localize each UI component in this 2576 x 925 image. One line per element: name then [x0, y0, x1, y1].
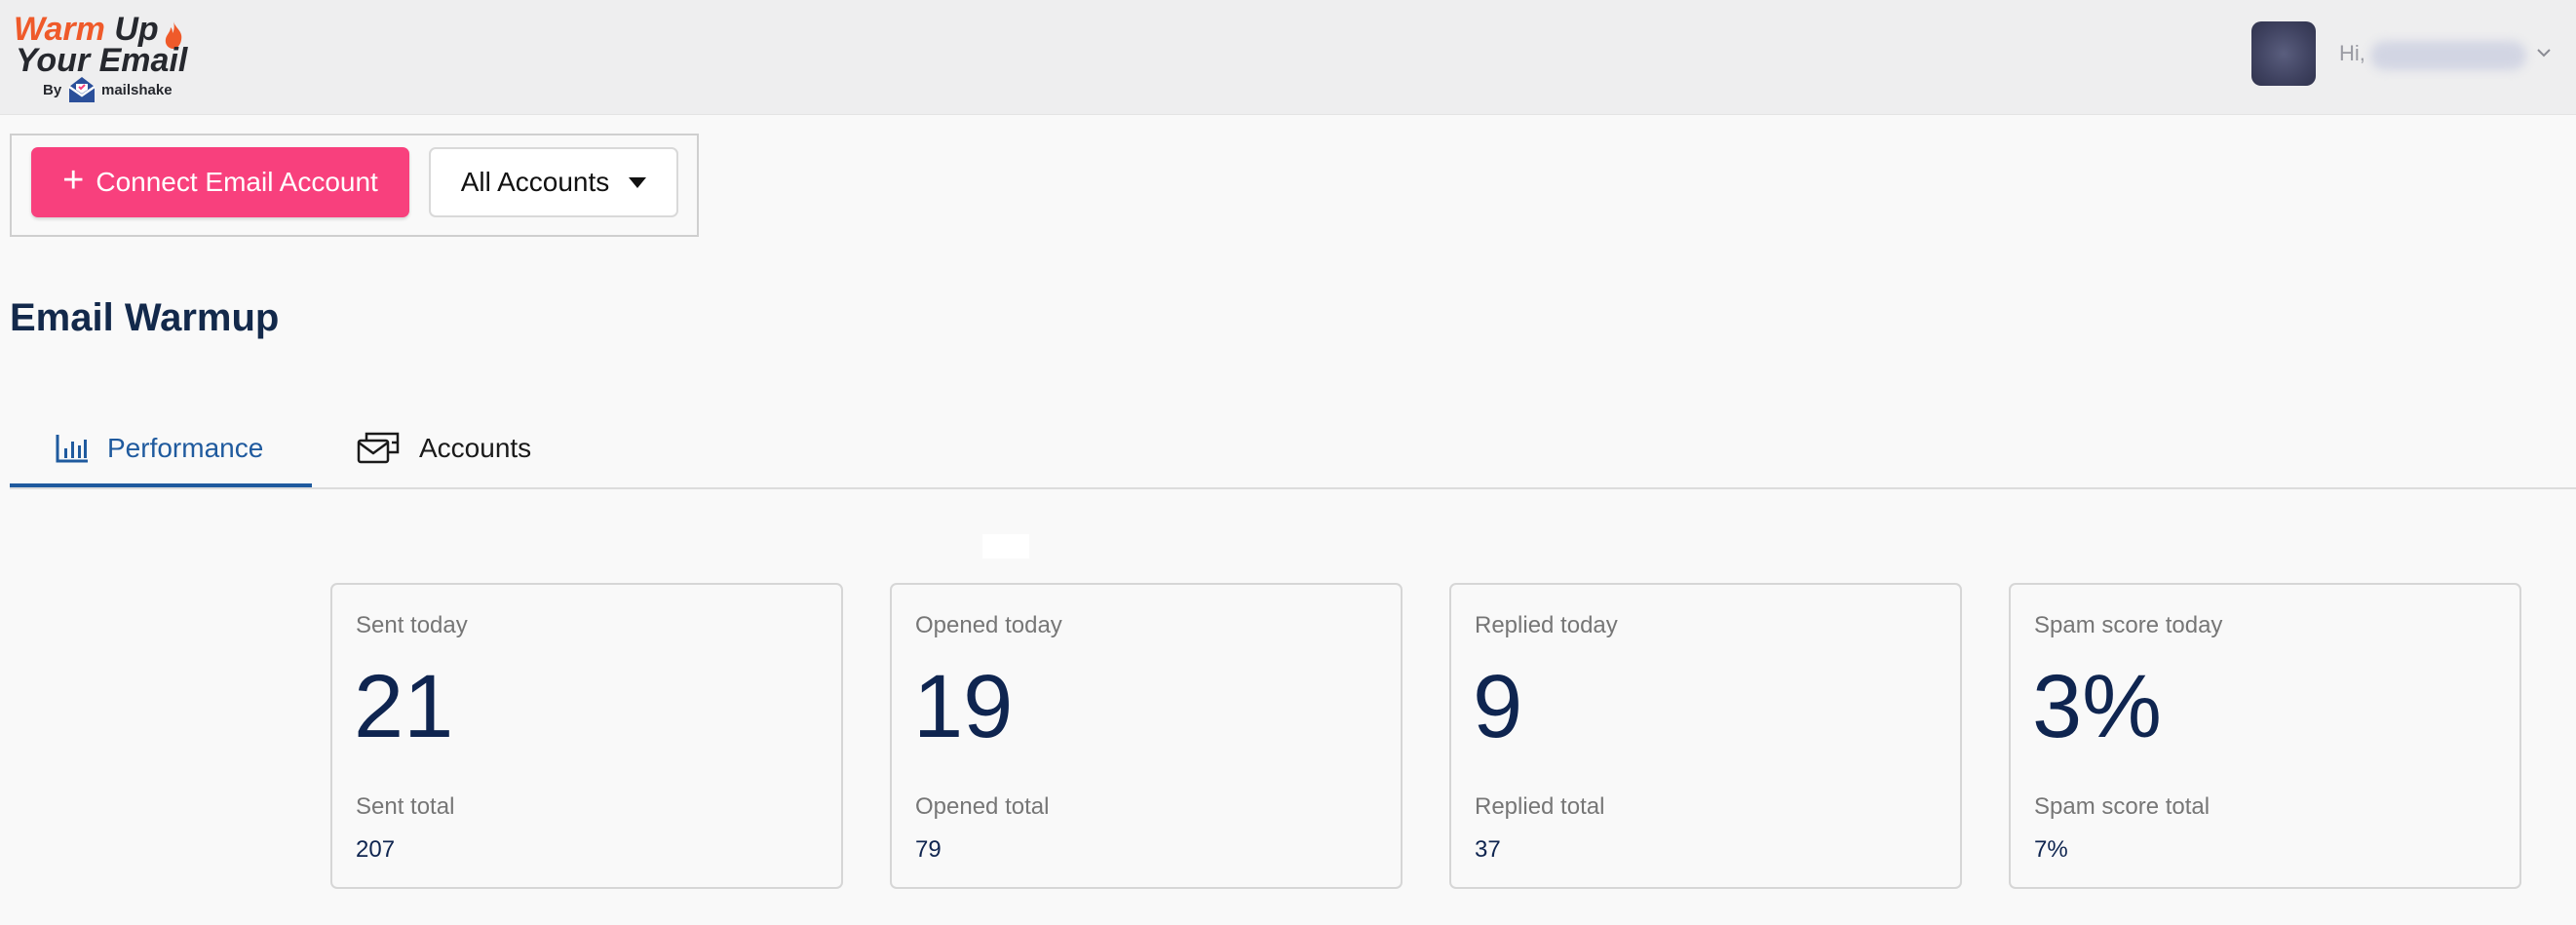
stat-total-value: 37	[1475, 836, 1501, 863]
stat-label: Spam score today	[2034, 612, 2223, 638]
stat-card-sent: Sent today 21 Sent total 207	[330, 583, 843, 889]
chevron-down-icon[interactable]	[2536, 47, 2552, 58]
stat-total-value: 79	[915, 836, 942, 863]
stat-total-label: Replied total	[1475, 793, 1605, 820]
toolbar: + Connect Email Account All Accounts	[10, 134, 699, 237]
tab-bar: Performance Accounts	[0, 409, 2576, 489]
stat-label: Opened today	[915, 612, 1062, 638]
user-greeting: Hi,	[2339, 41, 2365, 65]
stat-label: Sent today	[356, 612, 468, 638]
tabs-divider	[10, 487, 2576, 489]
tab-performance[interactable]: Performance	[10, 409, 312, 487]
blank-placeholder	[982, 534, 1029, 559]
logo-by: By	[43, 82, 62, 98]
accounts-dropdown-label: All Accounts	[460, 167, 610, 197]
user-name-redacted[interactable]	[2370, 41, 2526, 70]
stat-label: Replied today	[1475, 612, 1618, 638]
stat-total-label: Sent total	[356, 793, 455, 820]
mailshake-logo-icon	[68, 77, 96, 102]
tab-performance-label: Performance	[107, 433, 264, 463]
all-accounts-dropdown[interactable]: All Accounts	[429, 147, 678, 217]
stat-card-replied: Replied today 9 Replied total 37	[1449, 583, 1962, 889]
stat-value: 9	[1473, 657, 1523, 756]
connect-email-account-button[interactable]: + Connect Email Account	[31, 147, 409, 217]
connect-button-label: Connect Email Account	[96, 167, 378, 197]
tab-accounts[interactable]: Accounts	[357, 409, 531, 487]
logo-line2: Your Email	[16, 42, 188, 79]
plus-icon: +	[62, 160, 85, 201]
bar-chart-icon	[55, 433, 90, 464]
caret-down-icon	[629, 176, 647, 188]
stat-total-value: 207	[356, 836, 396, 863]
tab-accounts-label: Accounts	[419, 433, 532, 463]
logo-brand: mailshake	[101, 82, 173, 98]
stat-total-value: 7%	[2034, 836, 2068, 863]
user-avatar[interactable]	[2251, 21, 2316, 86]
stat-value: 19	[913, 657, 1014, 756]
stat-card-spam-score: Spam score today 3% Spam score total 7%	[2009, 583, 2521, 889]
app-logo[interactable]: Warm Up Your Email By mailshake	[14, 12, 189, 102]
stat-total-label: Spam score total	[2034, 793, 2211, 820]
accounts-icon	[357, 431, 402, 466]
app-header: Warm Up Your Email By mailshake Hi,	[0, 0, 2576, 115]
stat-card-opened: Opened today 19 Opened total 79	[890, 583, 1403, 889]
stat-value: 3%	[2032, 657, 2162, 756]
stat-value: 21	[354, 657, 454, 756]
stat-total-label: Opened total	[915, 793, 1050, 820]
page-title: Email Warmup	[10, 296, 280, 339]
